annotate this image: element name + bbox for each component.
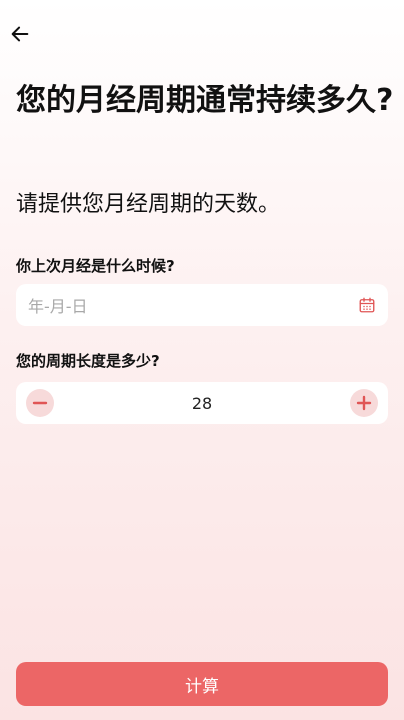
back-button[interactable] xyxy=(6,20,34,48)
cycle-length-label: 您的周期长度是多少? xyxy=(16,352,160,370)
plus-icon xyxy=(356,395,372,411)
increment-button[interactable] xyxy=(350,389,378,417)
calendar-icon[interactable] xyxy=(358,296,376,314)
page-subtitle: 请提供您月经周期的天数。 xyxy=(16,192,281,217)
decrement-button[interactable] xyxy=(26,389,54,417)
last-period-label: 你上次月经是什么时候? xyxy=(16,257,175,275)
date-placeholder: 年-月-日 xyxy=(28,297,88,316)
arrow-left-icon xyxy=(11,26,29,42)
cycle-length-value[interactable]: 28 xyxy=(54,394,350,413)
last-period-date-input[interactable]: 年-月-日 xyxy=(16,284,388,326)
cycle-length-stepper: 28 xyxy=(16,382,388,424)
calculate-button[interactable]: 计算 xyxy=(16,662,388,706)
minus-icon xyxy=(32,401,48,405)
page-title: 您的月经周期通常持续多久? xyxy=(16,83,394,118)
